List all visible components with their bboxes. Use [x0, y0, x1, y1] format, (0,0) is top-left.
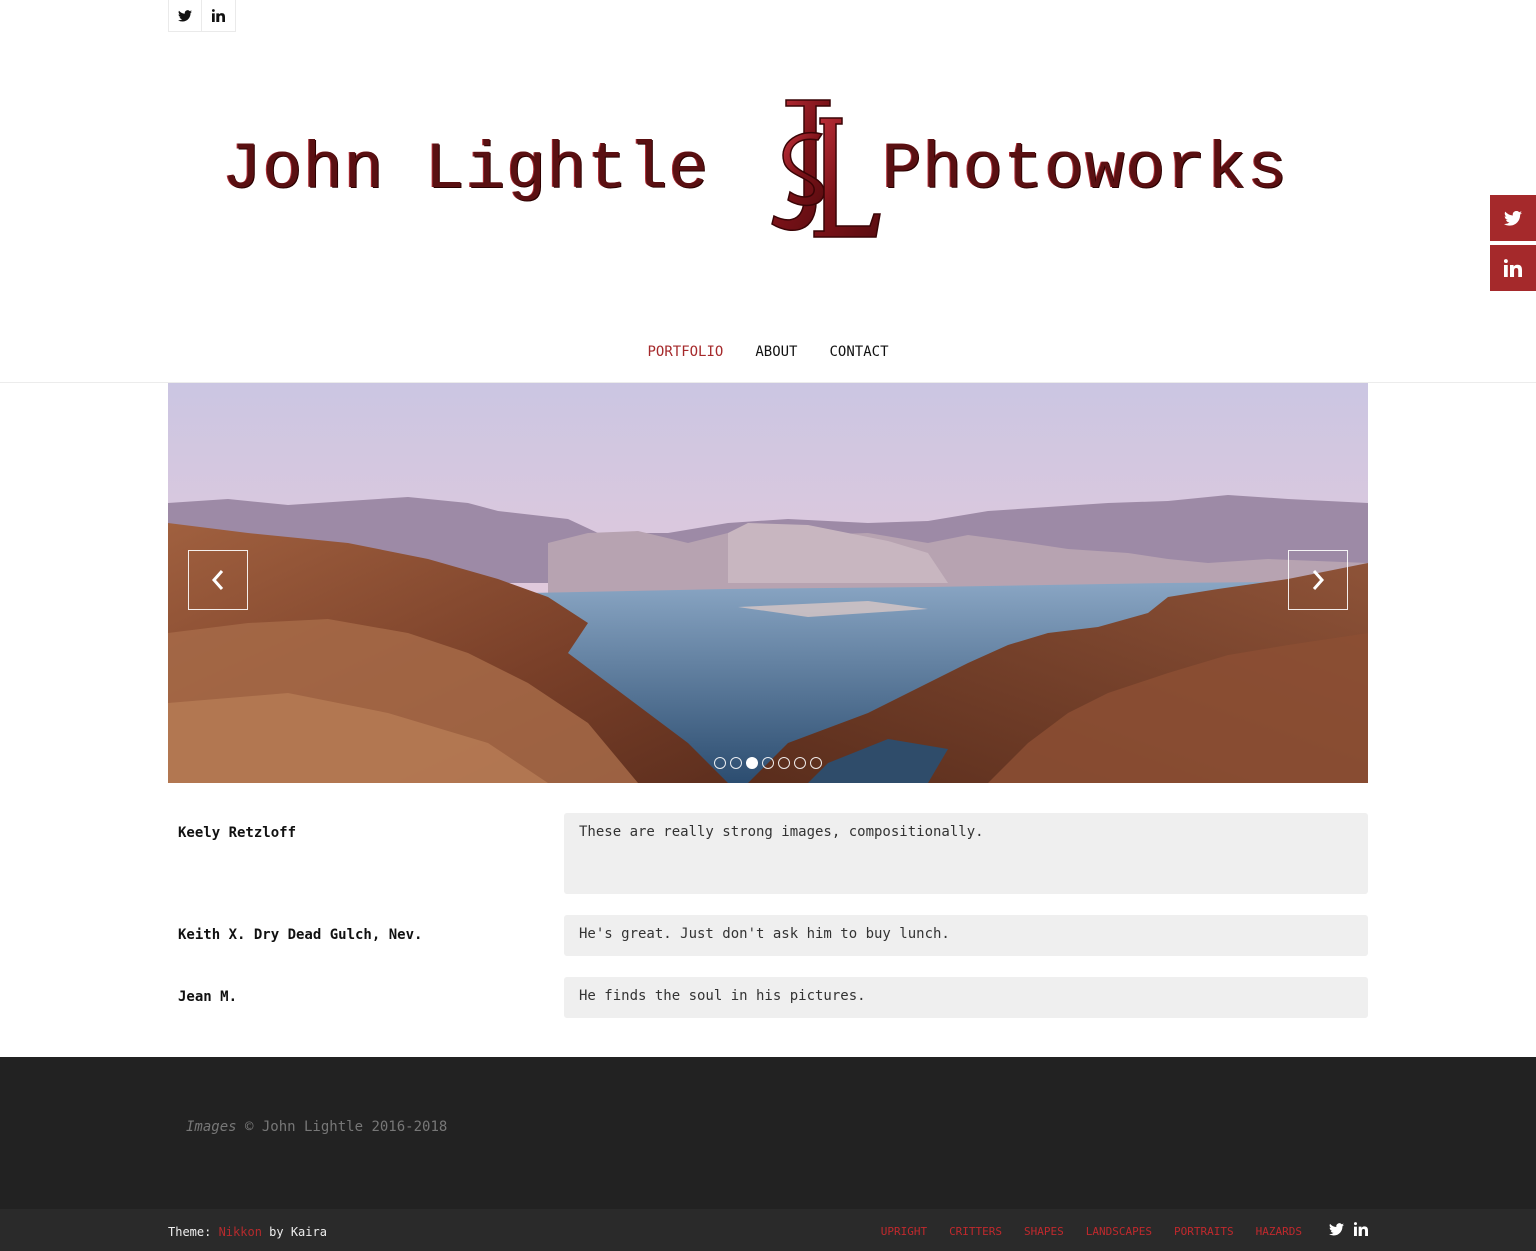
testimonial-quote: These are really strong images, composit… [564, 813, 1368, 894]
slider-dot[interactable] [714, 757, 726, 769]
footer-menu-hazards[interactable]: HAZARDS [1256, 1225, 1302, 1238]
slider-dot-active[interactable] [746, 757, 758, 769]
top-social-links [168, 0, 236, 32]
theme-label: Theme: [168, 1225, 219, 1239]
theme-suffix: by Kaira [261, 1225, 327, 1239]
footer-menu-landscapes[interactable]: LANDSCAPES [1086, 1225, 1152, 1238]
side-linkedin-link[interactable] [1490, 245, 1536, 291]
chevron-right-icon [1312, 570, 1325, 590]
logo-word-right: Photoworks [882, 132, 1289, 207]
chevron-left-icon [211, 570, 224, 590]
testimonial-row: Jean M. He finds the soul in his picture… [168, 977, 1368, 1018]
twitter-icon [178, 9, 192, 22]
main-nav: PORTFOLIO ABOUT CONTACT [0, 344, 1536, 360]
testimonial-row: Keith X. Dry Dead Gulch, Nev. He's great… [168, 915, 1368, 956]
footer-menu-shapes[interactable]: SHAPES [1024, 1225, 1064, 1238]
footer-menu-critters[interactable]: CRITTERS [949, 1225, 1002, 1238]
nav-item-about[interactable]: ABOUT [755, 344, 797, 360]
footer-menu-portraits[interactable]: PORTRAITS [1174, 1225, 1234, 1238]
testimonial-author: Keely Retzloff [178, 825, 297, 841]
footer-twitter-link[interactable] [1329, 1221, 1344, 1240]
logo-word-left: John Lightle [222, 132, 710, 207]
testimonial-author: Jean M. [178, 989, 238, 1005]
side-social-links [1490, 195, 1536, 295]
footer-menu: UPRIGHT CRITTERS SHAPES LANDSCAPES PORTR… [881, 1225, 1302, 1238]
footer-menu-upright[interactable]: UPRIGHT [881, 1225, 927, 1238]
footer-social-links [1329, 1221, 1368, 1240]
slider-prev-button[interactable] [188, 550, 248, 610]
testimonial-author: Keith X. Dry Dead Gulch, Nev. [178, 927, 423, 943]
twitter-icon [1329, 1223, 1344, 1236]
twitter-link[interactable] [168, 0, 202, 32]
linkedin-icon [212, 9, 225, 22]
theme-link[interactable]: Nikkon [219, 1225, 262, 1239]
logo-monogram [771, 99, 881, 238]
slider-dot[interactable] [794, 757, 806, 769]
copyright-prefix: Images [186, 1119, 237, 1135]
linkedin-link[interactable] [202, 0, 236, 32]
slider-dot[interactable] [778, 757, 790, 769]
testimonial-quote: He's great. Just don't ask him to buy lu… [564, 915, 1368, 956]
footer-widgets: Images © John Lightle 2016-2018 [0, 1057, 1536, 1209]
slider-next-button[interactable] [1288, 550, 1348, 610]
theme-credit: Theme: Nikkon by Kaira [168, 1225, 327, 1239]
testimonial-row: Keely Retzloff These are really strong i… [168, 813, 1368, 894]
slider-pagination [714, 757, 822, 769]
linkedin-icon [1353, 1222, 1368, 1236]
slider-dot[interactable] [730, 757, 742, 769]
copyright-rest: © John Lightle 2016-2018 [236, 1119, 448, 1135]
slider-dot[interactable] [762, 757, 774, 769]
nav-item-contact[interactable]: CONTACT [830, 344, 889, 360]
testimonial-quote: He finds the soul in his pictures. [564, 977, 1368, 1018]
linkedin-icon [1504, 259, 1522, 277]
twitter-icon [1504, 210, 1522, 226]
testimonials-section: Keely Retzloff These are really strong i… [168, 813, 1368, 1039]
footer-bottom-bar: Theme: Nikkon by Kaira UPRIGHT CRITTERS … [0, 1209, 1536, 1251]
landscape-photo [168, 383, 1368, 783]
slider-dot[interactable] [810, 757, 822, 769]
image-slider[interactable] [168, 383, 1368, 783]
footer-linkedin-link[interactable] [1353, 1221, 1368, 1240]
copyright-text: Images © John Lightle 2016-2018 [186, 1119, 447, 1135]
side-twitter-link[interactable] [1490, 195, 1536, 241]
nav-item-portfolio[interactable]: PORTFOLIO [647, 344, 723, 360]
site-logo[interactable]: John Lightle Photoworks [222, 92, 1322, 252]
